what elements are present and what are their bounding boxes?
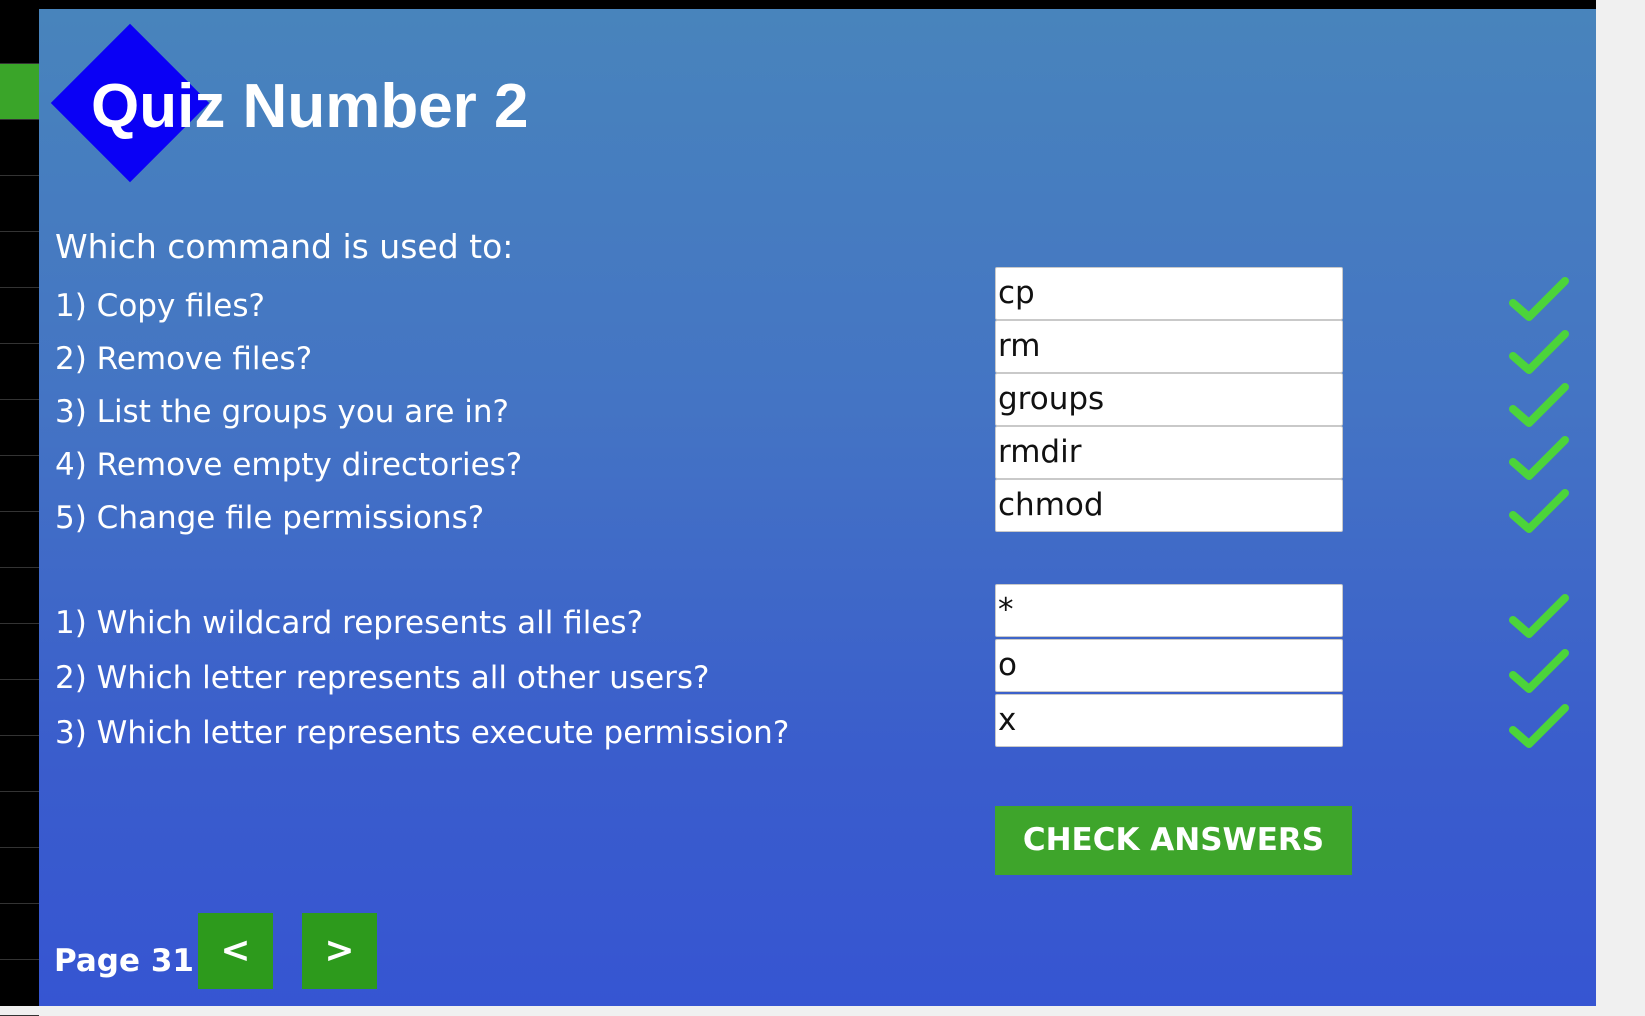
question-label: 2) Which letter represents all other use… [55, 660, 710, 696]
window-top-bar [0, 0, 1596, 9]
answer-input[interactable] [995, 426, 1343, 479]
answer-input[interactable] [995, 373, 1343, 426]
answer-input[interactable] [995, 584, 1343, 637]
checkmark-icon [1509, 277, 1569, 321]
side-nav-divider [0, 511, 39, 512]
side-nav-active-item[interactable] [0, 63, 39, 119]
side-nav-divider [0, 679, 39, 680]
side-nav-divider [0, 623, 39, 624]
question-label: 3) Which letter represents execute permi… [55, 715, 790, 751]
checkmark-icon [1509, 383, 1569, 427]
checkmark-icon [1509, 594, 1569, 638]
side-nav-divider [0, 119, 39, 120]
side-nav-divider [0, 231, 39, 232]
answer-input[interactable] [995, 694, 1343, 747]
side-nav-divider [0, 343, 39, 344]
question-label: 5) Change file permissions? [55, 500, 485, 536]
side-nav-divider [0, 903, 39, 904]
side-nav-divider [0, 567, 39, 568]
quiz-slide: Quiz Number 2 Which command is used to: … [39, 9, 1596, 1006]
side-nav-divider [0, 287, 39, 288]
side-nav-divider [0, 455, 39, 456]
next-page-button[interactable]: > [302, 913, 377, 989]
side-nav-divider [0, 791, 39, 792]
answer-input[interactable] [995, 639, 1343, 692]
quiz-intro: Which command is used to: [55, 227, 514, 266]
checkmark-icon [1509, 489, 1569, 533]
question-label: 1) Which wildcard represents all files? [55, 605, 644, 641]
scrollbar-gutter [1596, 0, 1645, 1006]
answer-input[interactable] [995, 479, 1343, 532]
side-nav-divider [0, 63, 39, 64]
question-label: 1) Copy files? [55, 288, 265, 324]
side-nav-divider [0, 735, 39, 736]
question-label: 3) List the groups you are in? [55, 394, 509, 430]
side-navigation-strip [0, 0, 39, 1016]
checkmark-icon [1509, 649, 1569, 693]
question-label: 4) Remove empty directories? [55, 447, 523, 483]
check-answers-button[interactable]: CHECK ANSWERS [995, 806, 1352, 875]
previous-page-button[interactable]: < [198, 913, 273, 989]
side-nav-divider [0, 175, 39, 176]
checkmark-icon [1509, 330, 1569, 374]
answer-input[interactable] [995, 320, 1343, 373]
side-nav-divider [0, 399, 39, 400]
side-nav-divider [0, 959, 39, 960]
answer-input[interactable] [995, 267, 1343, 320]
question-label: 2) Remove files? [55, 341, 313, 377]
page-title: Quiz Number 2 [91, 72, 529, 141]
side-nav-divider [0, 847, 39, 848]
checkmark-icon [1509, 704, 1569, 748]
page-number: Page 31 [54, 943, 194, 979]
checkmark-icon [1509, 436, 1569, 480]
